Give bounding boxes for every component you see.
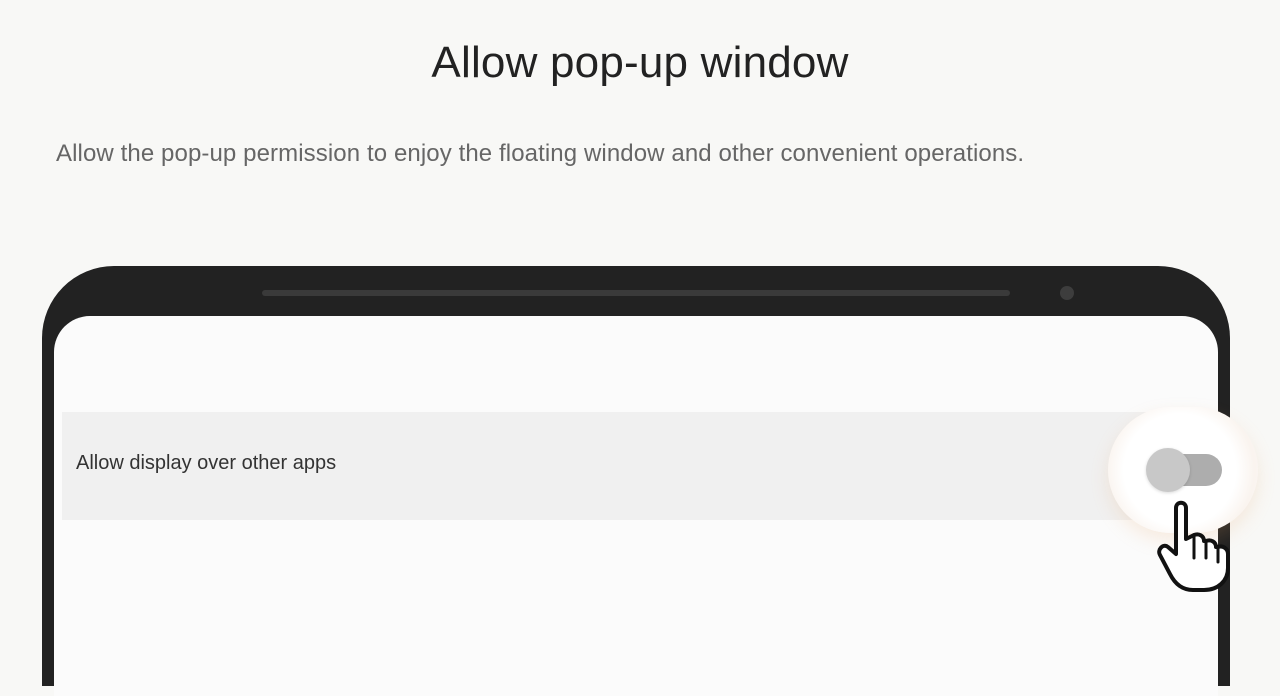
- phone-camera-icon: [1060, 286, 1074, 300]
- page-subtitle: Allow the pop-up permission to enjoy the…: [56, 140, 1025, 167]
- phone-frame: Allow display over other apps: [42, 266, 1230, 696]
- setting-label: Allow display over other apps: [76, 452, 337, 474]
- setting-row-display-over-apps[interactable]: Allow display over other apps: [62, 412, 1218, 520]
- toggle-thumb[interactable]: [1146, 448, 1190, 492]
- page-title: Allow pop-up window: [431, 38, 849, 87]
- hand-pointer-icon: [1157, 500, 1230, 592]
- phone-speaker-bar: [262, 290, 1010, 296]
- phone-screen: Allow display over other apps: [54, 316, 1218, 696]
